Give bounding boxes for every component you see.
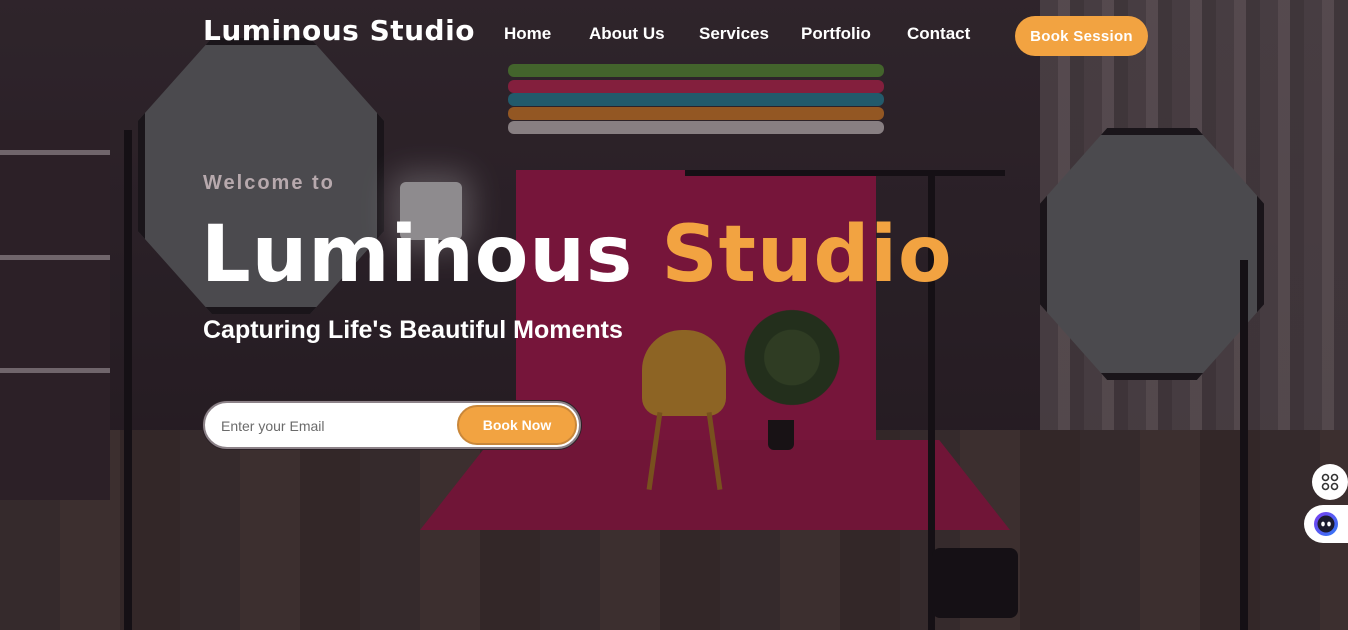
nav-about-us[interactable]: About Us bbox=[589, 24, 699, 44]
welcome-text: Welcome to bbox=[203, 172, 335, 194]
hero-title-main: Luminous bbox=[201, 210, 634, 300]
apps-grid-icon bbox=[1321, 473, 1339, 491]
dark-overlay bbox=[0, 0, 1348, 630]
booking-form: Book Now bbox=[203, 401, 581, 449]
top-nav: Luminous Studio Home About Us Services P… bbox=[0, 0, 1348, 70]
hero-title-accent: Studio bbox=[661, 210, 953, 300]
email-input[interactable] bbox=[219, 413, 453, 439]
apps-widget-button[interactable] bbox=[1312, 464, 1348, 500]
chat-bot-icon bbox=[1314, 512, 1338, 536]
nav-contact[interactable]: Contact bbox=[907, 24, 977, 44]
hero-title: Luminous Studio bbox=[201, 200, 953, 310]
nav-menu: Home About Us Services Portfolio Contact bbox=[504, 24, 977, 44]
book-now-button[interactable]: Book Now bbox=[457, 405, 577, 445]
hero-tagline: Capturing Life's Beautiful Moments bbox=[203, 316, 623, 344]
nav-services[interactable]: Services bbox=[699, 24, 801, 44]
book-session-button[interactable]: Book Session bbox=[1015, 16, 1148, 56]
nav-portfolio[interactable]: Portfolio bbox=[801, 24, 907, 44]
assistant-widget-button[interactable] bbox=[1304, 505, 1348, 543]
nav-home[interactable]: Home bbox=[504, 24, 589, 44]
brand-logo[interactable]: Luminous Studio bbox=[203, 14, 475, 47]
